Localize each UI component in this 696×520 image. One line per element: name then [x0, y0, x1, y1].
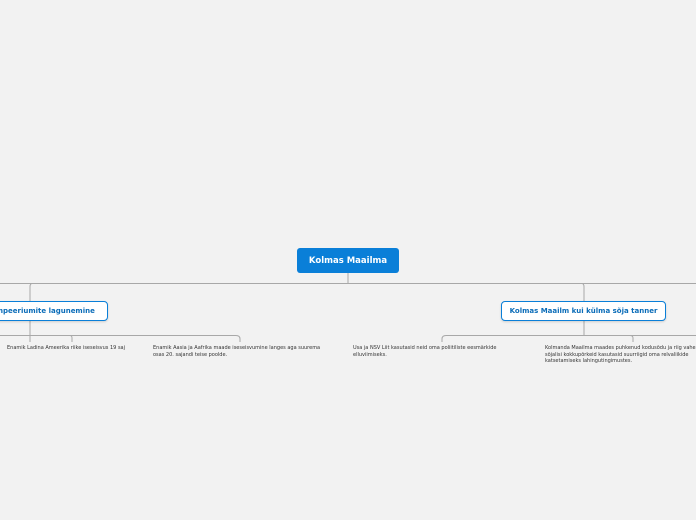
connector-right-sub3: [441, 335, 447, 342]
main-topic-impeeriumite-lagunemine[interactable]: Impeeriumite lagunemine: [0, 301, 108, 321]
connector-right-sub3b: [629, 335, 634, 342]
subtopic-usa-nsv-liit[interactable]: Usa ja NSV Liit kasutasid neid oma polii…: [353, 345, 523, 358]
central-topic-label: Kolmas Maailma: [308, 255, 388, 266]
subtopic-text: Enamik Ladina Ameerika riike iseseisvus …: [7, 345, 126, 351]
subtopic-aasia-aafrika[interactable]: Enamik Aasia ja Aafrika maade iseseisvum…: [153, 345, 323, 358]
subtopic-kolmanda-maailma-maades[interactable]: Kolmanda Maailma maades puhkenud kodusõd…: [545, 345, 696, 365]
connector-to-right-topic: [581, 283, 585, 301]
main-topic-label: Kolmas Maailm kui külma sõja tanner: [509, 307, 658, 315]
subtopic-text: Enamik Aasia ja Aafrika maade iseseisvum…: [153, 345, 321, 358]
connector-to-left-topic: [29, 283, 33, 301]
main-topic-label: Impeeriumite lagunemine: [0, 307, 95, 315]
subtopic-text: Kolmanda Maailma maades puhkenud kodusõd…: [545, 345, 696, 364]
central-topic-node[interactable]: Kolmas Maailma: [297, 248, 399, 273]
connector-left-bus: [0, 335, 241, 342]
mind-map-canvas: Kolmas Maailma Impeeriumite lagunemine K…: [0, 0, 696, 520]
subtopic-text: Usa ja NSV Liit kasutasid neid oma polii…: [353, 345, 497, 358]
subtopic-ladina-ameerika[interactable]: Enamik Ladina Ameerika riike iseseisvus …: [7, 345, 147, 352]
main-topic-kolmas-maailm-kulma-soja-tanner[interactable]: Kolmas Maailm kui külma sõja tanner: [501, 301, 666, 321]
connector-left-sub1b: [69, 335, 73, 342]
